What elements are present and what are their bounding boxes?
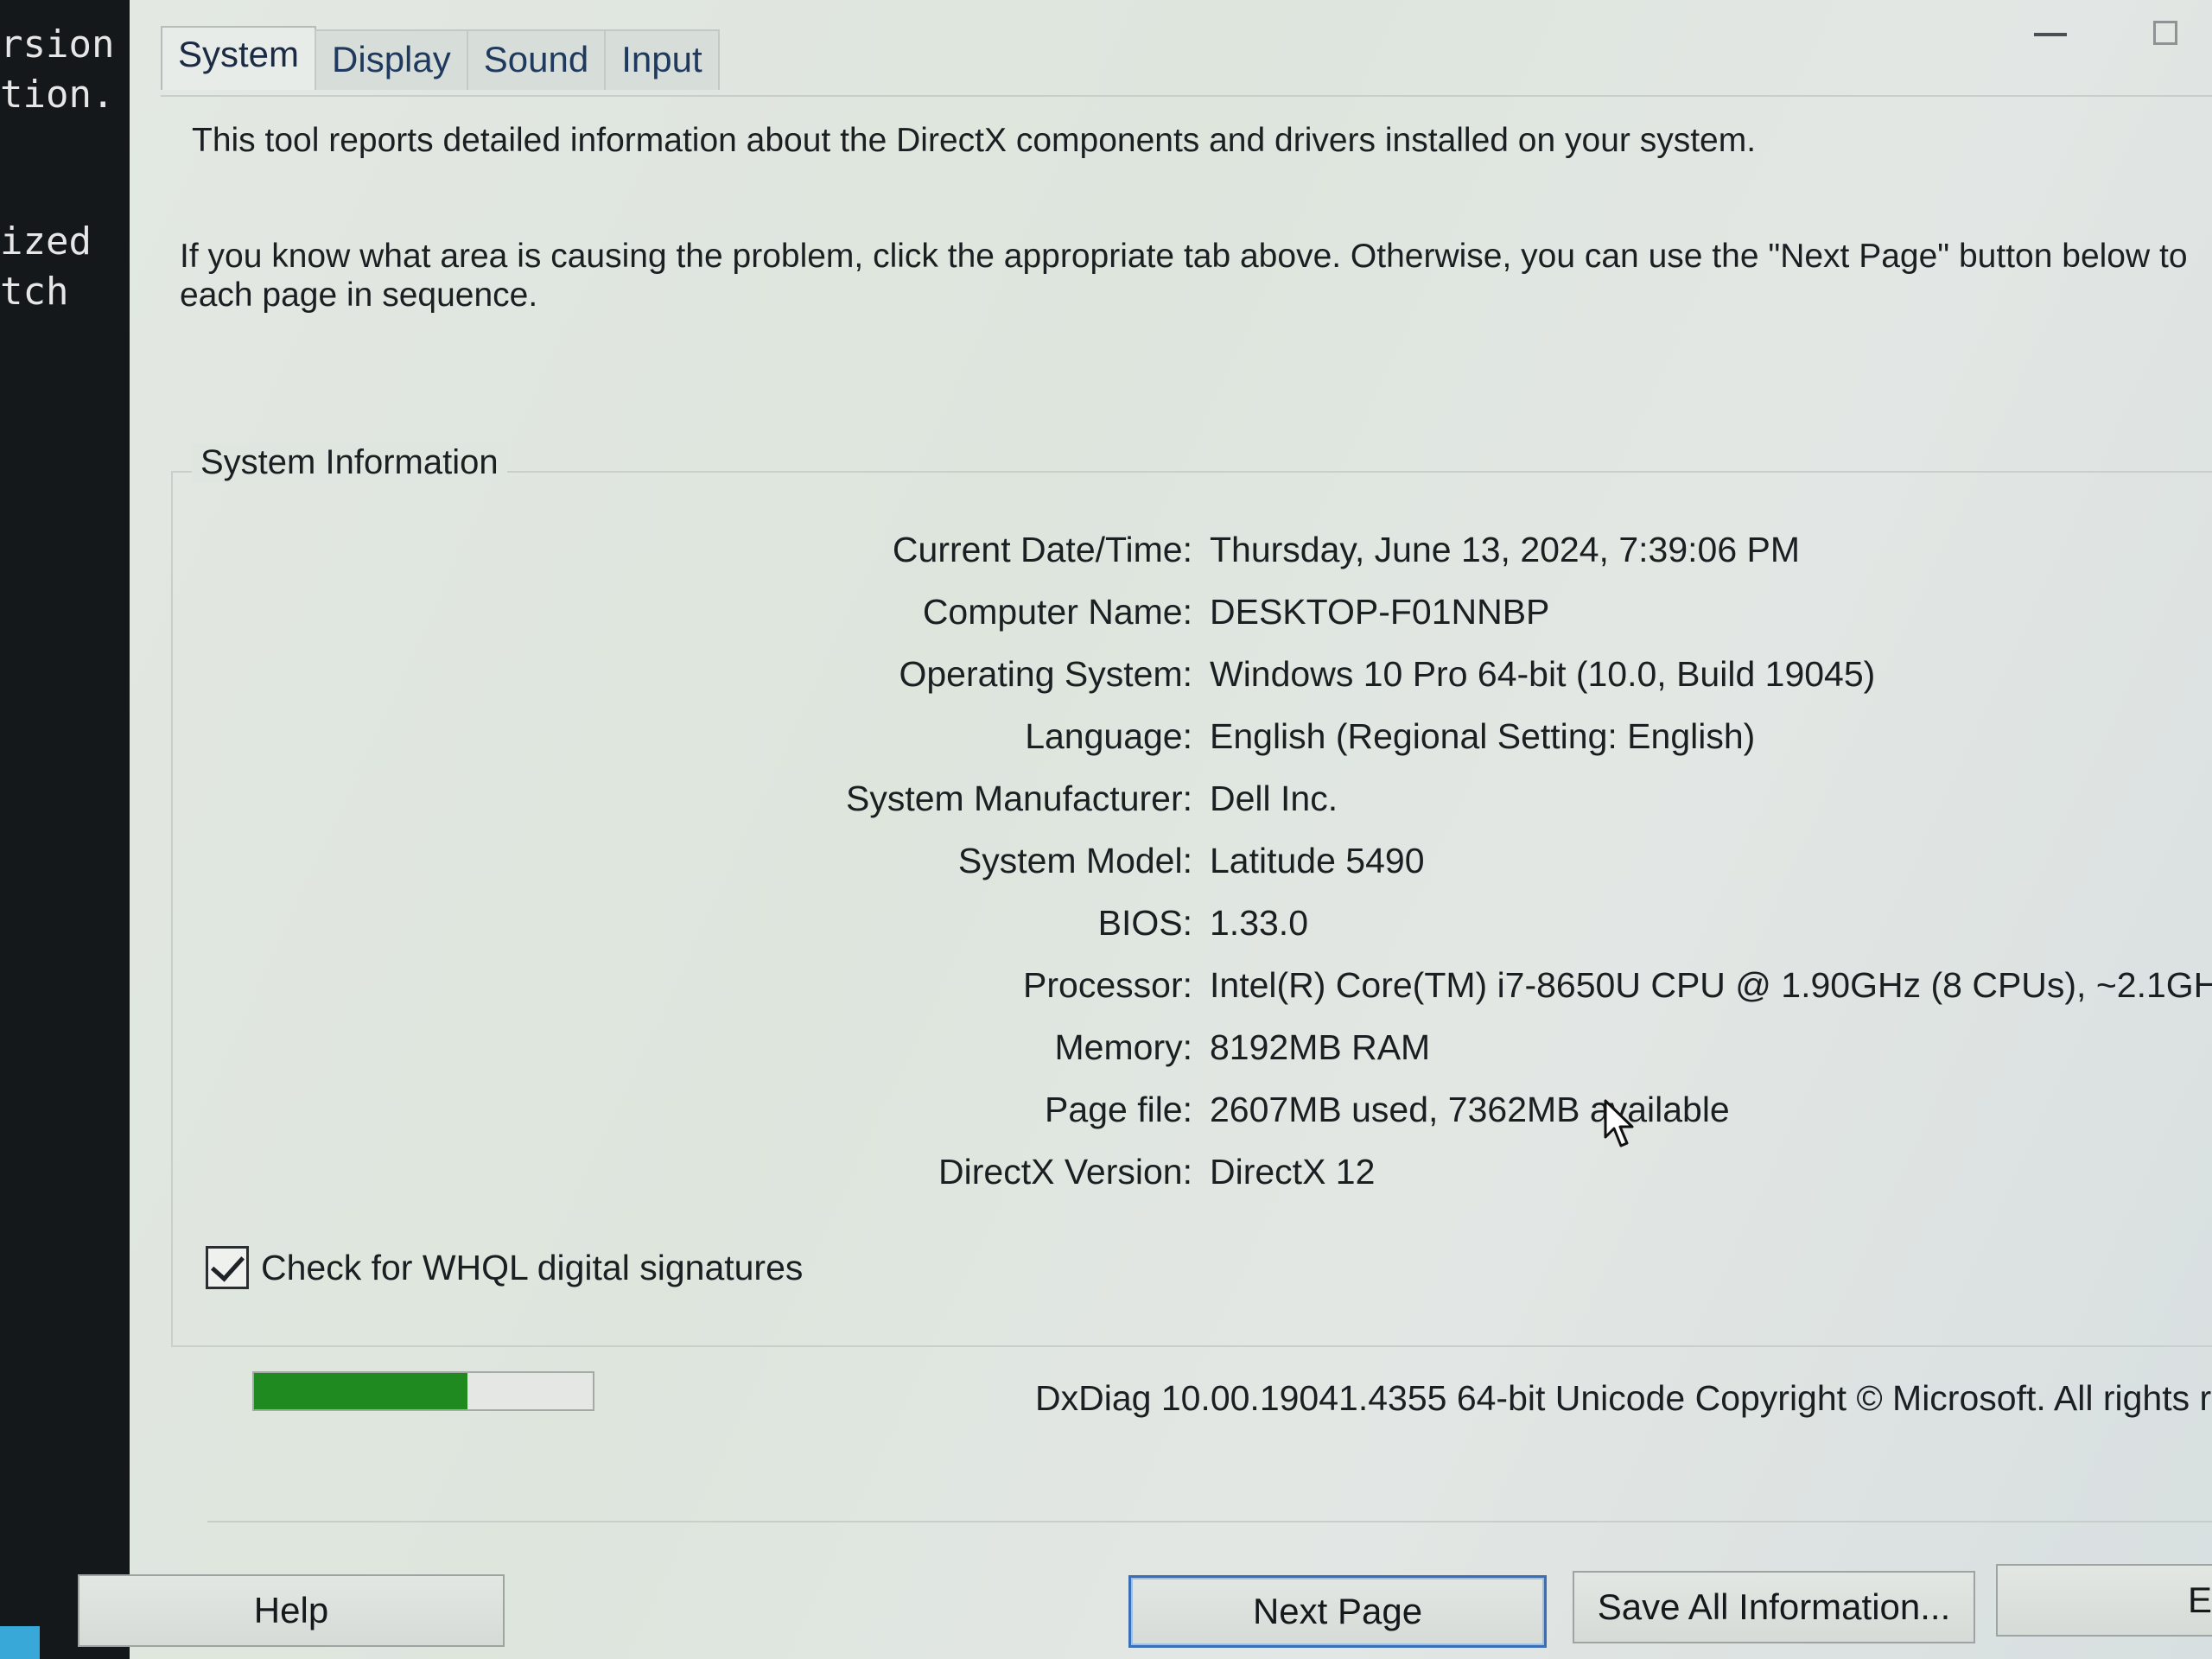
info-label: Processor: bbox=[1023, 965, 1192, 1005]
window-controls bbox=[2034, 9, 2177, 45]
info-row-language: Language: English (Regional Setting: Eng… bbox=[173, 716, 2160, 768]
version-copyright-text: DxDiag 10.00.19041.4355 64-bit Unicode C… bbox=[1035, 1378, 2212, 1418]
info-label: Computer Name: bbox=[922, 592, 1192, 632]
info-label: DirectX Version: bbox=[938, 1152, 1192, 1192]
background-console-window: rsion tion. ized tch bbox=[0, 0, 130, 1659]
info-value: DirectX 12 bbox=[1210, 1152, 1376, 1192]
maximize-icon[interactable] bbox=[2153, 21, 2177, 45]
whql-checkbox[interactable] bbox=[206, 1246, 249, 1289]
next-page-button[interactable]: Next Page bbox=[1128, 1575, 1547, 1648]
info-value: 2607MB used, 7362MB available bbox=[1210, 1090, 1730, 1129]
info-row-page-file: Page file: 2607MB used, 7362MB available bbox=[173, 1090, 2160, 1141]
instructions-line: each page in sequence. bbox=[180, 276, 538, 314]
info-label: Language: bbox=[1025, 716, 1192, 756]
info-row-manufacturer: System Manufacturer: Dell Inc. bbox=[173, 779, 2160, 830]
whql-checkbox-label[interactable]: Check for WHQL digital signatures bbox=[261, 1248, 803, 1288]
console-text-line: rsion bbox=[0, 22, 115, 67]
info-row-computer-name: Computer Name: DESKTOP-F01NNBP bbox=[173, 592, 2160, 644]
tab-system[interactable]: System bbox=[161, 26, 317, 91]
instructions-text: If you know what area is causing the pro… bbox=[180, 238, 2212, 315]
system-information-group: System Information Current Date/Time: Th… bbox=[171, 443, 2212, 1347]
info-label: System Model: bbox=[957, 841, 1192, 880]
tab-input[interactable]: Input bbox=[604, 29, 720, 91]
info-label: Memory: bbox=[1054, 1027, 1192, 1067]
info-value: Windows 10 Pro 64-bit (10.0, Build 19045… bbox=[1210, 654, 1876, 694]
info-label: BIOS: bbox=[1097, 903, 1192, 943]
info-label: System Manufacturer: bbox=[845, 779, 1192, 818]
info-label: Current Date/Time: bbox=[892, 530, 1192, 569]
info-value: DESKTOP-F01NNBP bbox=[1210, 592, 1550, 632]
info-value: English (Regional Setting: English) bbox=[1210, 716, 1756, 756]
dxdiag-window: System Display Sound Input This tool rep… bbox=[78, 0, 2212, 1659]
info-row-bios: BIOS: 1.33.0 bbox=[173, 903, 2160, 955]
info-value: Dell Inc. bbox=[1210, 779, 1338, 818]
tab-bar: System Display Sound Input bbox=[161, 26, 720, 91]
help-button[interactable]: Help bbox=[78, 1574, 505, 1647]
console-text-line: ized bbox=[0, 219, 92, 264]
instructions-line: If you know what area is causing the pro… bbox=[180, 238, 2188, 275]
mouse-pointer-icon bbox=[1604, 1099, 1634, 1147]
info-value: Intel(R) Core(TM) i7-8650U CPU @ 1.90GHz… bbox=[1210, 965, 2212, 1005]
group-title: System Information bbox=[192, 443, 507, 482]
info-value: 1.33.0 bbox=[1210, 903, 1308, 943]
checkmark-icon bbox=[210, 1246, 245, 1282]
info-row-operating-system: Operating System: Windows 10 Pro 64-bit … bbox=[173, 654, 2160, 706]
taskbar-accent bbox=[0, 1626, 40, 1659]
info-value: 8192MB RAM bbox=[1210, 1027, 1431, 1067]
info-row-model: System Model: Latitude 5490 bbox=[173, 841, 2160, 893]
info-row-directx-version: DirectX Version: DirectX 12 bbox=[173, 1152, 2160, 1204]
info-value: Thursday, June 13, 2024, 7:39:06 PM bbox=[1210, 530, 1801, 569]
intro-text: This tool reports detailed information a… bbox=[192, 122, 1757, 159]
progress-bar-fill bbox=[254, 1373, 467, 1409]
whql-checkbox-row[interactable]: Check for WHQL digital signatures bbox=[206, 1246, 803, 1289]
info-row-memory: Memory: 8192MB RAM bbox=[173, 1027, 2160, 1079]
minimize-icon[interactable] bbox=[2034, 33, 2067, 36]
info-label: Page file: bbox=[1045, 1090, 1192, 1129]
info-row-processor: Processor: Intel(R) Core(TM) i7-8650U CP… bbox=[173, 965, 2212, 1017]
info-label: Operating System: bbox=[899, 654, 1192, 694]
divider bbox=[207, 1521, 2212, 1522]
console-text-line: tion. bbox=[0, 73, 115, 117]
console-text-line: tch bbox=[0, 270, 69, 314]
info-value: Latitude 5490 bbox=[1210, 841, 1425, 880]
tab-sound[interactable]: Sound bbox=[466, 29, 607, 91]
exit-button[interactable]: Exit bbox=[1996, 1564, 2212, 1637]
info-row-date-time: Current Date/Time: Thursday, June 13, 20… bbox=[173, 530, 2160, 582]
save-all-information-button[interactable]: Save All Information... bbox=[1573, 1571, 1975, 1643]
progress-bar bbox=[252, 1371, 594, 1411]
tab-display[interactable]: Display bbox=[315, 29, 468, 91]
